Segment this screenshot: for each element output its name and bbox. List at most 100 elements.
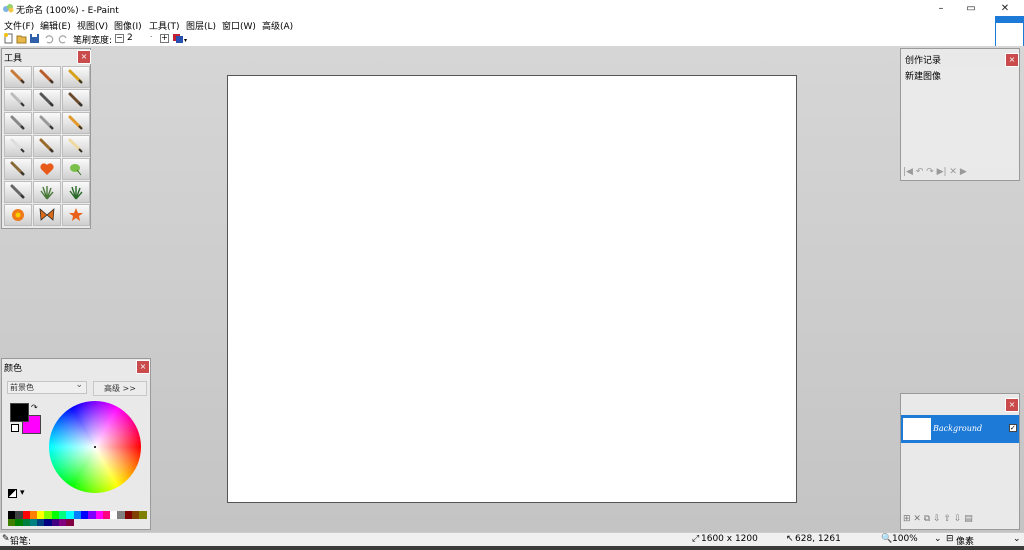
palette-swatch[interactable] — [8, 518, 16, 526]
redo-icon[interactable] — [57, 33, 68, 44]
star-icon[interactable] — [62, 204, 90, 226]
palette-swatch[interactable] — [59, 518, 67, 526]
brush-width-value[interactable]: 2 — [127, 33, 133, 43]
knife-icon[interactable] — [33, 112, 61, 134]
layers-panel-close-button[interactable]: × — [1005, 398, 1019, 412]
flower-icon[interactable] — [4, 204, 32, 226]
layers-color-icon[interactable]: ▾ — [172, 33, 188, 44]
advanced-colors-button[interactable]: 高级 >> — [93, 381, 147, 396]
palette-swatch[interactable] — [95, 511, 103, 519]
status-bar: ✎ 铅笔: ⤢ 1600 x 1200 ↖ 628, 1261 🔍 100% ⌄… — [0, 532, 1024, 547]
airbrush-icon[interactable] — [33, 89, 61, 111]
color-palette — [8, 511, 147, 526]
palette-swatch[interactable] — [44, 518, 52, 526]
zoom-value[interactable]: 100% — [892, 534, 918, 544]
unit-icon: ⊟ — [946, 534, 954, 544]
palette-swatch[interactable] — [51, 511, 60, 519]
palette-swatch[interactable] — [66, 511, 74, 519]
brush-width-increase-button[interactable]: + — [160, 34, 169, 43]
unit-dropdown-icon[interactable]: ⌄ — [1013, 534, 1021, 544]
layer-visibility-checkbox[interactable]: ✓ — [1009, 424, 1017, 432]
navigator-thumbnail[interactable] — [995, 16, 1024, 47]
roller-icon[interactable] — [62, 112, 90, 134]
palette-swatch[interactable] — [132, 511, 140, 519]
primary-color-swatch[interactable] — [10, 403, 29, 422]
palette-swatch[interactable] — [37, 518, 45, 526]
title-bar: 无命名 (100%) - E-Paint – ▭ ✕ — [0, 0, 1024, 17]
tools-panel-close-button[interactable]: × — [77, 50, 91, 64]
palette-swatch[interactable] — [117, 511, 125, 519]
menu-image[interactable]: 图像(I) — [114, 19, 142, 32]
zoom-dropdown-icon[interactable]: ⌄ — [934, 534, 942, 544]
color-picker-icon[interactable] — [8, 489, 17, 498]
palette-swatch[interactable] — [22, 518, 30, 526]
menu-tools[interactable]: 工具(T) — [149, 19, 180, 32]
palette-menu-icon[interactable]: ▾ — [20, 488, 25, 498]
menu-advanced[interactable]: 高级(A) — [262, 19, 293, 32]
brush-width-decrease-button[interactable]: − — [115, 34, 124, 43]
minimize-button[interactable]: – — [926, 0, 956, 17]
reset-colors-icon[interactable] — [11, 424, 19, 432]
palette-swatch[interactable] — [15, 518, 23, 526]
layers-panel: × Background ✓ ⊞ ✕ ⧉ ⇩ ⇧ ⇩ ▤ — [900, 393, 1020, 530]
menu-layers[interactable]: 图层(L) — [186, 19, 216, 32]
menu-edit[interactable]: 编辑(E) — [40, 19, 71, 32]
status-tool-icon: ✎ — [2, 534, 10, 544]
palette-swatch[interactable] — [44, 511, 52, 519]
history-item-new-image[interactable]: 新建图像 — [905, 69, 941, 82]
palette-swatch[interactable] — [15, 511, 23, 519]
color-target-dropdown[interactable]: 前景色 — [7, 380, 87, 394]
palette-swatch[interactable] — [110, 511, 118, 519]
maximize-button[interactable]: ▭ — [956, 0, 986, 17]
history-panel-close-button[interactable]: × — [1005, 53, 1019, 67]
calligraphy-icon[interactable] — [62, 89, 90, 111]
tube-icon[interactable] — [4, 135, 32, 157]
open-folder-icon[interactable] — [16, 33, 27, 44]
palette-swatch[interactable] — [29, 518, 38, 526]
close-window-button[interactable]: ✕ — [990, 0, 1020, 17]
palette-swatch[interactable] — [80, 511, 89, 519]
colors-panel-close-button[interactable]: × — [136, 360, 150, 374]
palette-swatch[interactable] — [51, 518, 60, 526]
heart-stamp-icon[interactable] — [33, 158, 61, 180]
leaf-stamp-icon[interactable] — [62, 158, 90, 180]
layer-controls[interactable]: ⊞ ✕ ⧉ ⇩ ⇧ ⇩ ▤ — [903, 514, 973, 524]
feather-icon[interactable] — [4, 181, 32, 203]
tools-panel-title: 工具 — [4, 54, 23, 64]
brush-icon[interactable] — [33, 66, 61, 88]
history-controls[interactable]: |◀ ↶ ↷ ▶| ✕ ▶ — [903, 167, 1018, 181]
palette-swatch[interactable] — [66, 518, 74, 526]
palette-swatch[interactable] — [37, 511, 45, 519]
palette-swatch[interactable] — [29, 511, 38, 519]
smudge-icon[interactable] — [4, 112, 32, 134]
palette-swatch[interactable] — [124, 511, 133, 519]
chalk-icon[interactable] — [62, 135, 90, 157]
palette-swatch[interactable] — [22, 511, 30, 519]
menu-window[interactable]: 窗口(W) — [222, 19, 256, 32]
new-file-icon[interactable] — [3, 33, 14, 44]
palette-swatch[interactable] — [102, 511, 111, 519]
crayon-icon[interactable] — [4, 158, 32, 180]
palette-swatch[interactable] — [73, 511, 81, 519]
palette-swatch[interactable] — [59, 511, 67, 519]
layer-row-background[interactable]: Background ✓ — [901, 415, 1019, 443]
drawing-canvas[interactable] — [227, 75, 797, 503]
palette-swatch[interactable] — [88, 511, 96, 519]
menu-view[interactable]: 视图(V) — [77, 19, 108, 32]
marker-icon[interactable] — [62, 66, 90, 88]
color-wheel[interactable] — [49, 401, 141, 493]
grass-icon[interactable] — [33, 181, 61, 203]
butterfly-icon[interactable] — [33, 204, 61, 226]
undo-icon[interactable] — [44, 33, 55, 44]
grass-tuft-icon[interactable] — [62, 181, 90, 203]
palette-swatch[interactable] — [8, 511, 16, 519]
pen-icon[interactable] — [33, 135, 61, 157]
swap-colors-icon[interactable]: ↷ — [31, 403, 38, 412]
menu-file[interactable]: 文件(F) — [4, 19, 34, 32]
toolbar: 笔刷宽度: − 2 · + ▾ — [0, 32, 1024, 46]
save-icon[interactable] — [29, 33, 40, 44]
eraser-icon[interactable] — [4, 89, 32, 111]
brush-width-dropdown[interactable]: · — [150, 33, 152, 41]
palette-swatch[interactable] — [139, 511, 147, 519]
pencil-icon[interactable] — [4, 66, 32, 88]
